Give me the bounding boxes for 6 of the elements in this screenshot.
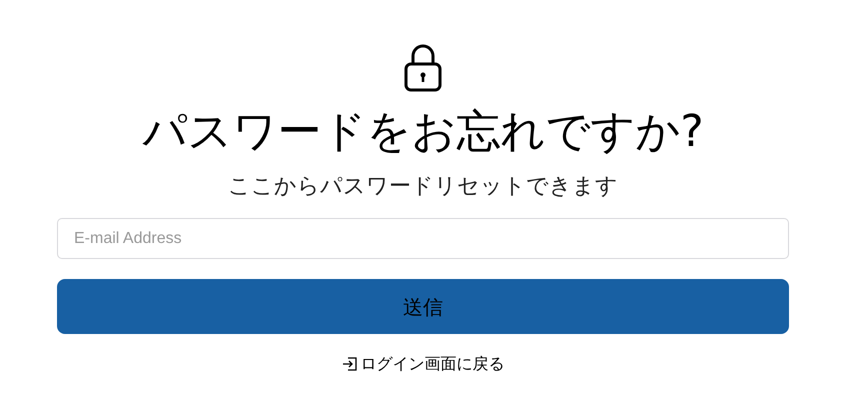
email-field[interactable]: E-mail Address bbox=[57, 218, 789, 259]
back-to-login-link[interactable]: ログイン画面に戻る bbox=[342, 352, 504, 376]
lock-icon bbox=[403, 44, 443, 92]
page-title: パスワードをお忘れですか? bbox=[142, 110, 704, 154]
login-icon bbox=[342, 356, 358, 372]
subtitle: ここからパスワードリセットできます bbox=[228, 176, 618, 198]
